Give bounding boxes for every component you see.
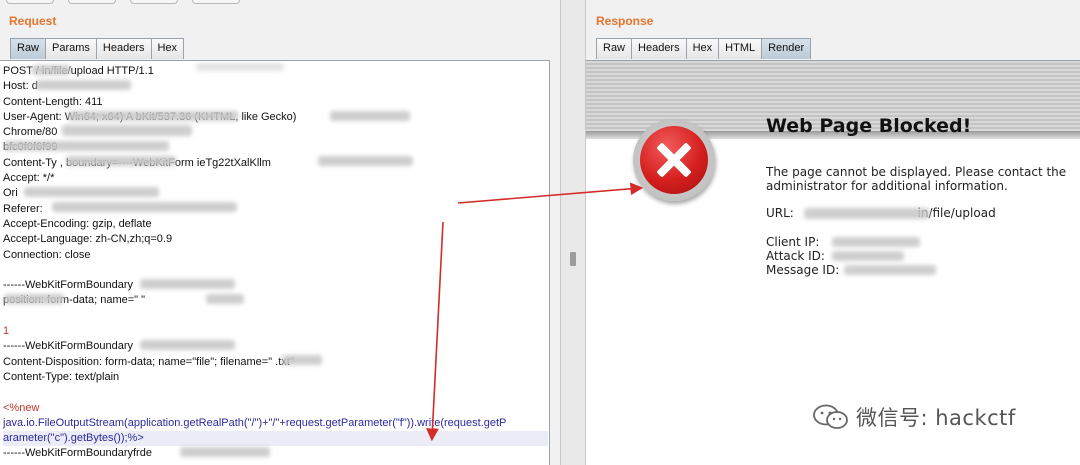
redaction [844, 265, 936, 275]
request-line: ------WebKitFormBoundary [3, 340, 133, 353]
request-line [3, 263, 548, 278]
toolbar-button[interactable] [6, 0, 54, 4]
blocked-message-line: administrator for additional information… [766, 179, 1008, 193]
toolbar-button[interactable] [68, 0, 116, 4]
tab-render[interactable]: Render [761, 38, 812, 59]
request-line: ------WebKitFormBoundary [3, 279, 133, 292]
payload-open: <%new [3, 401, 40, 414]
tab-html[interactable]: HTML [718, 38, 763, 59]
redaction [832, 251, 904, 261]
redaction [196, 63, 284, 71]
pane-splitter[interactable] [560, 0, 586, 465]
response-pane: Response Raw Headers Hex HTML Render Web… [586, 0, 1080, 465]
tab-hex[interactable]: Hex [150, 38, 185, 59]
request-line: position: form-data; name=" " [3, 294, 146, 307]
payload-line: arameter("c").getBytes());%> [3, 431, 548, 447]
redaction [62, 125, 192, 136]
redaction [282, 355, 322, 365]
client-ip-label: Client IP: [766, 235, 820, 249]
request-line: Connection: close [3, 248, 91, 261]
url-label: URL: [766, 206, 794, 220]
tab-params[interactable]: Params [45, 38, 97, 59]
response-title: Response [596, 14, 654, 28]
blocked-message-line: The page cannot be displayed. Please con… [766, 165, 1067, 179]
redaction [36, 80, 131, 90]
redaction [66, 156, 176, 166]
request-line [3, 385, 548, 400]
splitter-grip[interactable] [570, 252, 576, 266]
redaction [206, 294, 244, 304]
redaction [330, 111, 410, 121]
response-tabs: Raw Headers Hex HTML Render [596, 38, 812, 59]
tab-headers[interactable]: Headers [631, 38, 687, 59]
request-line: Content-Type: text/plain [3, 370, 120, 383]
redaction [140, 279, 235, 289]
wechat-icon [813, 404, 848, 429]
message-id-label: Message ID: [766, 263, 840, 277]
blocked-stop-icon [633, 119, 715, 201]
request-line: Accept-Language: zh-CN,zh;q=0.9 [3, 233, 173, 246]
blocked-title: Web Page Blocked! [766, 115, 972, 137]
request-text: POST / in/file/upload HTTP/1.1 Host: d C… [3, 64, 548, 462]
tab-headers[interactable]: Headers [95, 38, 152, 59]
tab-raw[interactable]: Raw [10, 38, 47, 59]
watermark-text: 微信号: hackctf [856, 406, 1016, 430]
redaction [180, 447, 270, 457]
url-value: in/file/upload [917, 206, 996, 220]
redaction [318, 156, 413, 166]
redaction [24, 187, 159, 197]
request-editor[interactable]: POST / in/file/upload HTTP/1.1 Host: d C… [0, 60, 550, 465]
payload-line: java.io.FileOutputStream(application.get… [3, 416, 507, 429]
redaction [832, 237, 920, 247]
request-title: Request [9, 14, 57, 28]
request-line: Accept: */* [3, 172, 55, 185]
redaction [4, 294, 64, 304]
redaction [52, 202, 237, 212]
request-tabs: Raw Params Headers Hex [10, 38, 185, 59]
redaction [68, 111, 238, 121]
toolbar-button[interactable] [130, 0, 178, 4]
request-pane: Request Raw Params Headers Hex POST / in… [0, 0, 560, 465]
watermark: 微信号: hackctf [812, 402, 1016, 432]
redaction [804, 208, 929, 219]
request-line: 1 [3, 325, 10, 338]
request-line: ------WebKitFormBoundaryfrde [3, 447, 152, 460]
attack-id-label: Attack ID: [766, 249, 825, 263]
toolbar-button[interactable] [192, 0, 240, 4]
tab-raw[interactable]: Raw [596, 38, 633, 59]
request-line: Accept-Encoding: gzip, deflate [3, 217, 152, 230]
tab-hex[interactable]: Hex [685, 38, 720, 59]
request-line: Content-Disposition: form-data; name="fi… [3, 355, 294, 368]
redaction [32, 65, 70, 75]
request-line: Content-Length: 411 [3, 95, 103, 108]
redaction [4, 141, 169, 151]
request-line [3, 309, 548, 324]
redaction [140, 340, 235, 350]
